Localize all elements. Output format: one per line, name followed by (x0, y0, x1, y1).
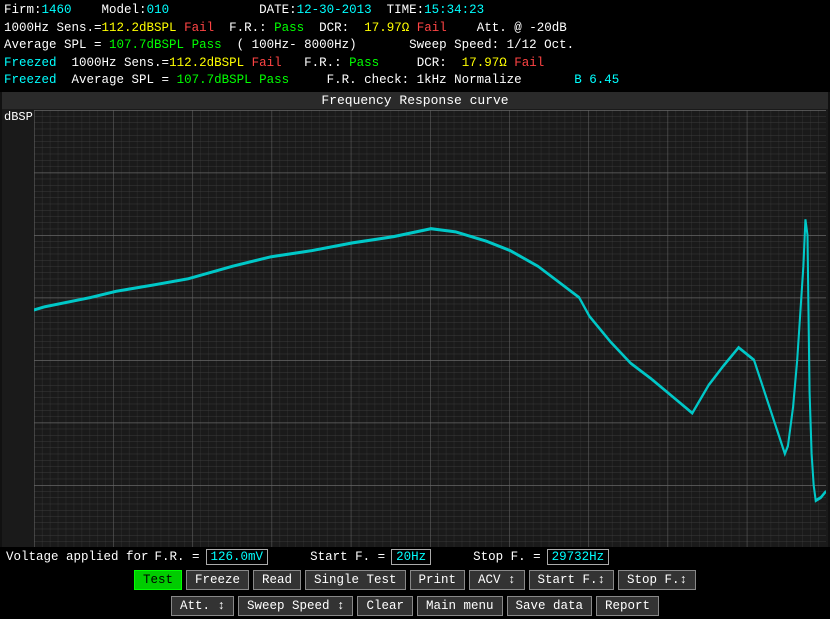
frozen1-prefix: Freezed (4, 55, 57, 73)
frozen-line-1: Freezed 1000Hz Sens.= 112.2dBSPL Fail F.… (4, 55, 826, 73)
firm-label: Firm: (4, 2, 42, 20)
att-button[interactable]: Att. ↕ (171, 596, 234, 616)
date-value: 12-30-2013 (297, 2, 372, 20)
header-line-2: 1000Hz Sens.= 112.2dBSPL Fail F.R.: Pass… (4, 20, 826, 38)
sens-label: 1000Hz Sens.= (4, 20, 102, 38)
main-menu-button[interactable]: Main menu (417, 596, 503, 616)
frozen-line-2: Freezed Average SPL = 107.7dBSPL Pass F.… (4, 72, 826, 90)
sens-status: Fail (184, 20, 214, 38)
range-label: ( 100Hz- 8000Hz) (237, 37, 357, 55)
avg-label: Average SPL = (4, 37, 102, 55)
frozen1-fr-status: Pass (349, 55, 379, 73)
fr-label: F.R.: (229, 20, 267, 38)
dcr-status: Fail (417, 20, 447, 38)
freeze-button[interactable]: Freeze (186, 570, 249, 590)
frozen1-sens-label: 1000Hz Sens.= (72, 55, 170, 73)
voltage-label: Voltage applied for (6, 550, 149, 564)
button-row-1: Test Freeze Read Single Test Print ACV ↕… (0, 567, 830, 593)
frozen2-avg-status: Pass (259, 72, 289, 90)
voltage-stop-label: Stop F. = (473, 550, 541, 564)
sens-value: 112.2dBSPL (102, 20, 177, 38)
sweep-label: Sweep Speed: 1/12 Oct. (409, 37, 574, 55)
voltage-fr-label: F.R. = (155, 550, 200, 564)
chart-container: Frequency Response curve dBSPL 70 80 90 … (2, 92, 828, 548)
read-button[interactable]: Read (253, 570, 301, 590)
frozen2-fr-check: F.R. check: 1kHz Normalize (327, 72, 522, 90)
dcr-value: 17.97Ω (364, 20, 409, 38)
frozen1-dcr-value: 17.97Ω (462, 55, 507, 73)
acv-button[interactable]: ACV ↕ (469, 570, 525, 590)
start-f-button[interactable]: Start F.↕ (529, 570, 615, 590)
frozen2-avg-label: Average SPL = (72, 72, 170, 90)
voltage-fr-value: 126.0mV (206, 549, 269, 565)
frozen1-sens-value: 112.2dBSPL (169, 55, 244, 73)
time-label: TIME: (387, 2, 425, 20)
chart-svg: 70 80 90 100 110 120 130 140 20Hz 3 50Hz… (34, 110, 826, 548)
chart-title: Frequency Response curve (2, 92, 828, 109)
sweep-speed-button[interactable]: Sweep Speed ↕ (238, 596, 354, 616)
frozen2-avg-value: 107.7dBSPL (177, 72, 252, 90)
frozen1-dcr-status: Fail (514, 55, 544, 73)
voltage-stop-value: 29732Hz (547, 549, 610, 565)
app: Firm: 1460 Model: 010 DATE: 12-30-2013 T… (0, 0, 830, 619)
avg-status: Pass (192, 37, 222, 55)
time-value: 15:34:23 (424, 2, 484, 20)
model-label: Model: (102, 2, 147, 20)
clear-button[interactable]: Clear (357, 596, 413, 616)
voltage-start-label: Start F. = (310, 550, 385, 564)
fr-status: Pass (274, 20, 304, 38)
header-line-1: Firm: 1460 Model: 010 DATE: 12-30-2013 T… (4, 2, 826, 20)
stop-f-button[interactable]: Stop F.↕ (618, 570, 696, 590)
single-test-button[interactable]: Single Test (305, 570, 406, 590)
att-label: Att. @ -20dB (477, 20, 567, 38)
frozen1-fr-label: F.R.: (304, 55, 342, 73)
voltage-line: Voltage applied for F.R. = 126.0mV Start… (0, 547, 830, 567)
save-data-button[interactable]: Save data (507, 596, 593, 616)
header: Firm: 1460 Model: 010 DATE: 12-30-2013 T… (0, 0, 830, 92)
test-button[interactable]: Test (134, 570, 182, 590)
voltage-start-value: 20Hz (391, 549, 431, 565)
frozen1-dcr-label: DCR: (417, 55, 447, 73)
frozen1-sens-status: Fail (252, 55, 282, 73)
avg-value: 107.7dBSPL (109, 37, 184, 55)
firm-value: 1460 (42, 2, 72, 20)
model-value: 010 (147, 2, 170, 20)
dcr-label: DCR: (319, 20, 349, 38)
frozen2-b-value: B 6.45 (574, 72, 619, 90)
header-line-3: Average SPL = 107.7dBSPL Pass ( 100Hz- 8… (4, 37, 826, 55)
print-button[interactable]: Print (410, 570, 466, 590)
date-label: DATE: (259, 2, 297, 20)
button-row-2: Att. ↕ Sweep Speed ↕ Clear Main menu Sav… (0, 593, 830, 619)
frozen2-prefix: Freezed (4, 72, 57, 90)
report-button[interactable]: Report (596, 596, 659, 616)
